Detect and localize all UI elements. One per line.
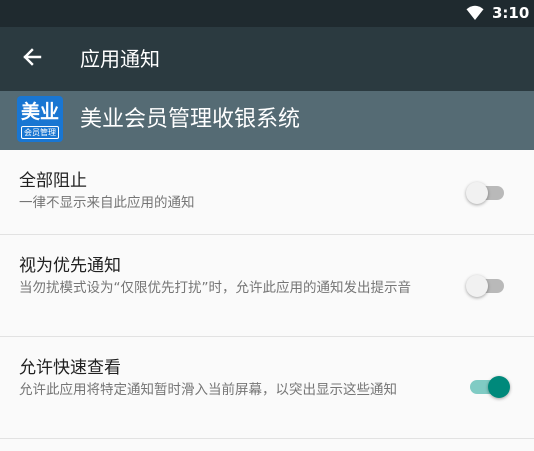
back-button[interactable] [12,39,52,79]
setting-subtitle: 当勿扰模式设为“仅限优先打扰”时，允许此应用的通知发出提示音 [19,280,411,296]
switch-thumb [466,182,488,204]
setting-priority[interactable]: 视为优先通知 当勿扰模式设为“仅限优先打扰”时，允许此应用的通知发出提示音 [0,235,534,337]
page-title: 应用通知 [80,47,160,71]
wifi-icon [466,5,484,25]
switch-thumb [466,275,488,297]
arrow-back-icon [22,47,42,71]
setting-subtitle: 允许此应用将特定通知暂时滑入当前屏幕，以突出显示这些通知 [19,382,397,398]
setting-title: 允许快速查看 [19,358,121,378]
setting-title: 视为优先通知 [19,256,121,276]
status-time: 3:10 [492,4,530,22]
peek-switch[interactable] [466,375,510,399]
setting-subtitle: 一律不显示来自此应用的通知 [19,195,195,211]
app-icon-text: 美业 [20,101,59,123]
switch-thumb [488,376,510,398]
app-icon-subtext: 会员管理 [21,126,59,139]
block-all-switch[interactable] [466,181,506,205]
app-icon: 美业 会员管理 [17,96,63,142]
setting-title: 全部阻止 [19,171,87,191]
setting-block-all[interactable]: 全部阻止 一律不显示来自此应用的通知 [0,150,534,235]
priority-switch[interactable] [466,274,506,298]
setting-peek[interactable]: 允许快速查看 允许此应用将特定通知暂时滑入当前屏幕，以突出显示这些通知 [0,337,534,439]
app-header: 美业 会员管理 美业会员管理收银系统 [0,91,534,150]
toolbar: 应用通知 [0,27,534,91]
status-bar: 3:10 [0,0,534,27]
app-name: 美业会员管理收银系统 [80,107,301,132]
